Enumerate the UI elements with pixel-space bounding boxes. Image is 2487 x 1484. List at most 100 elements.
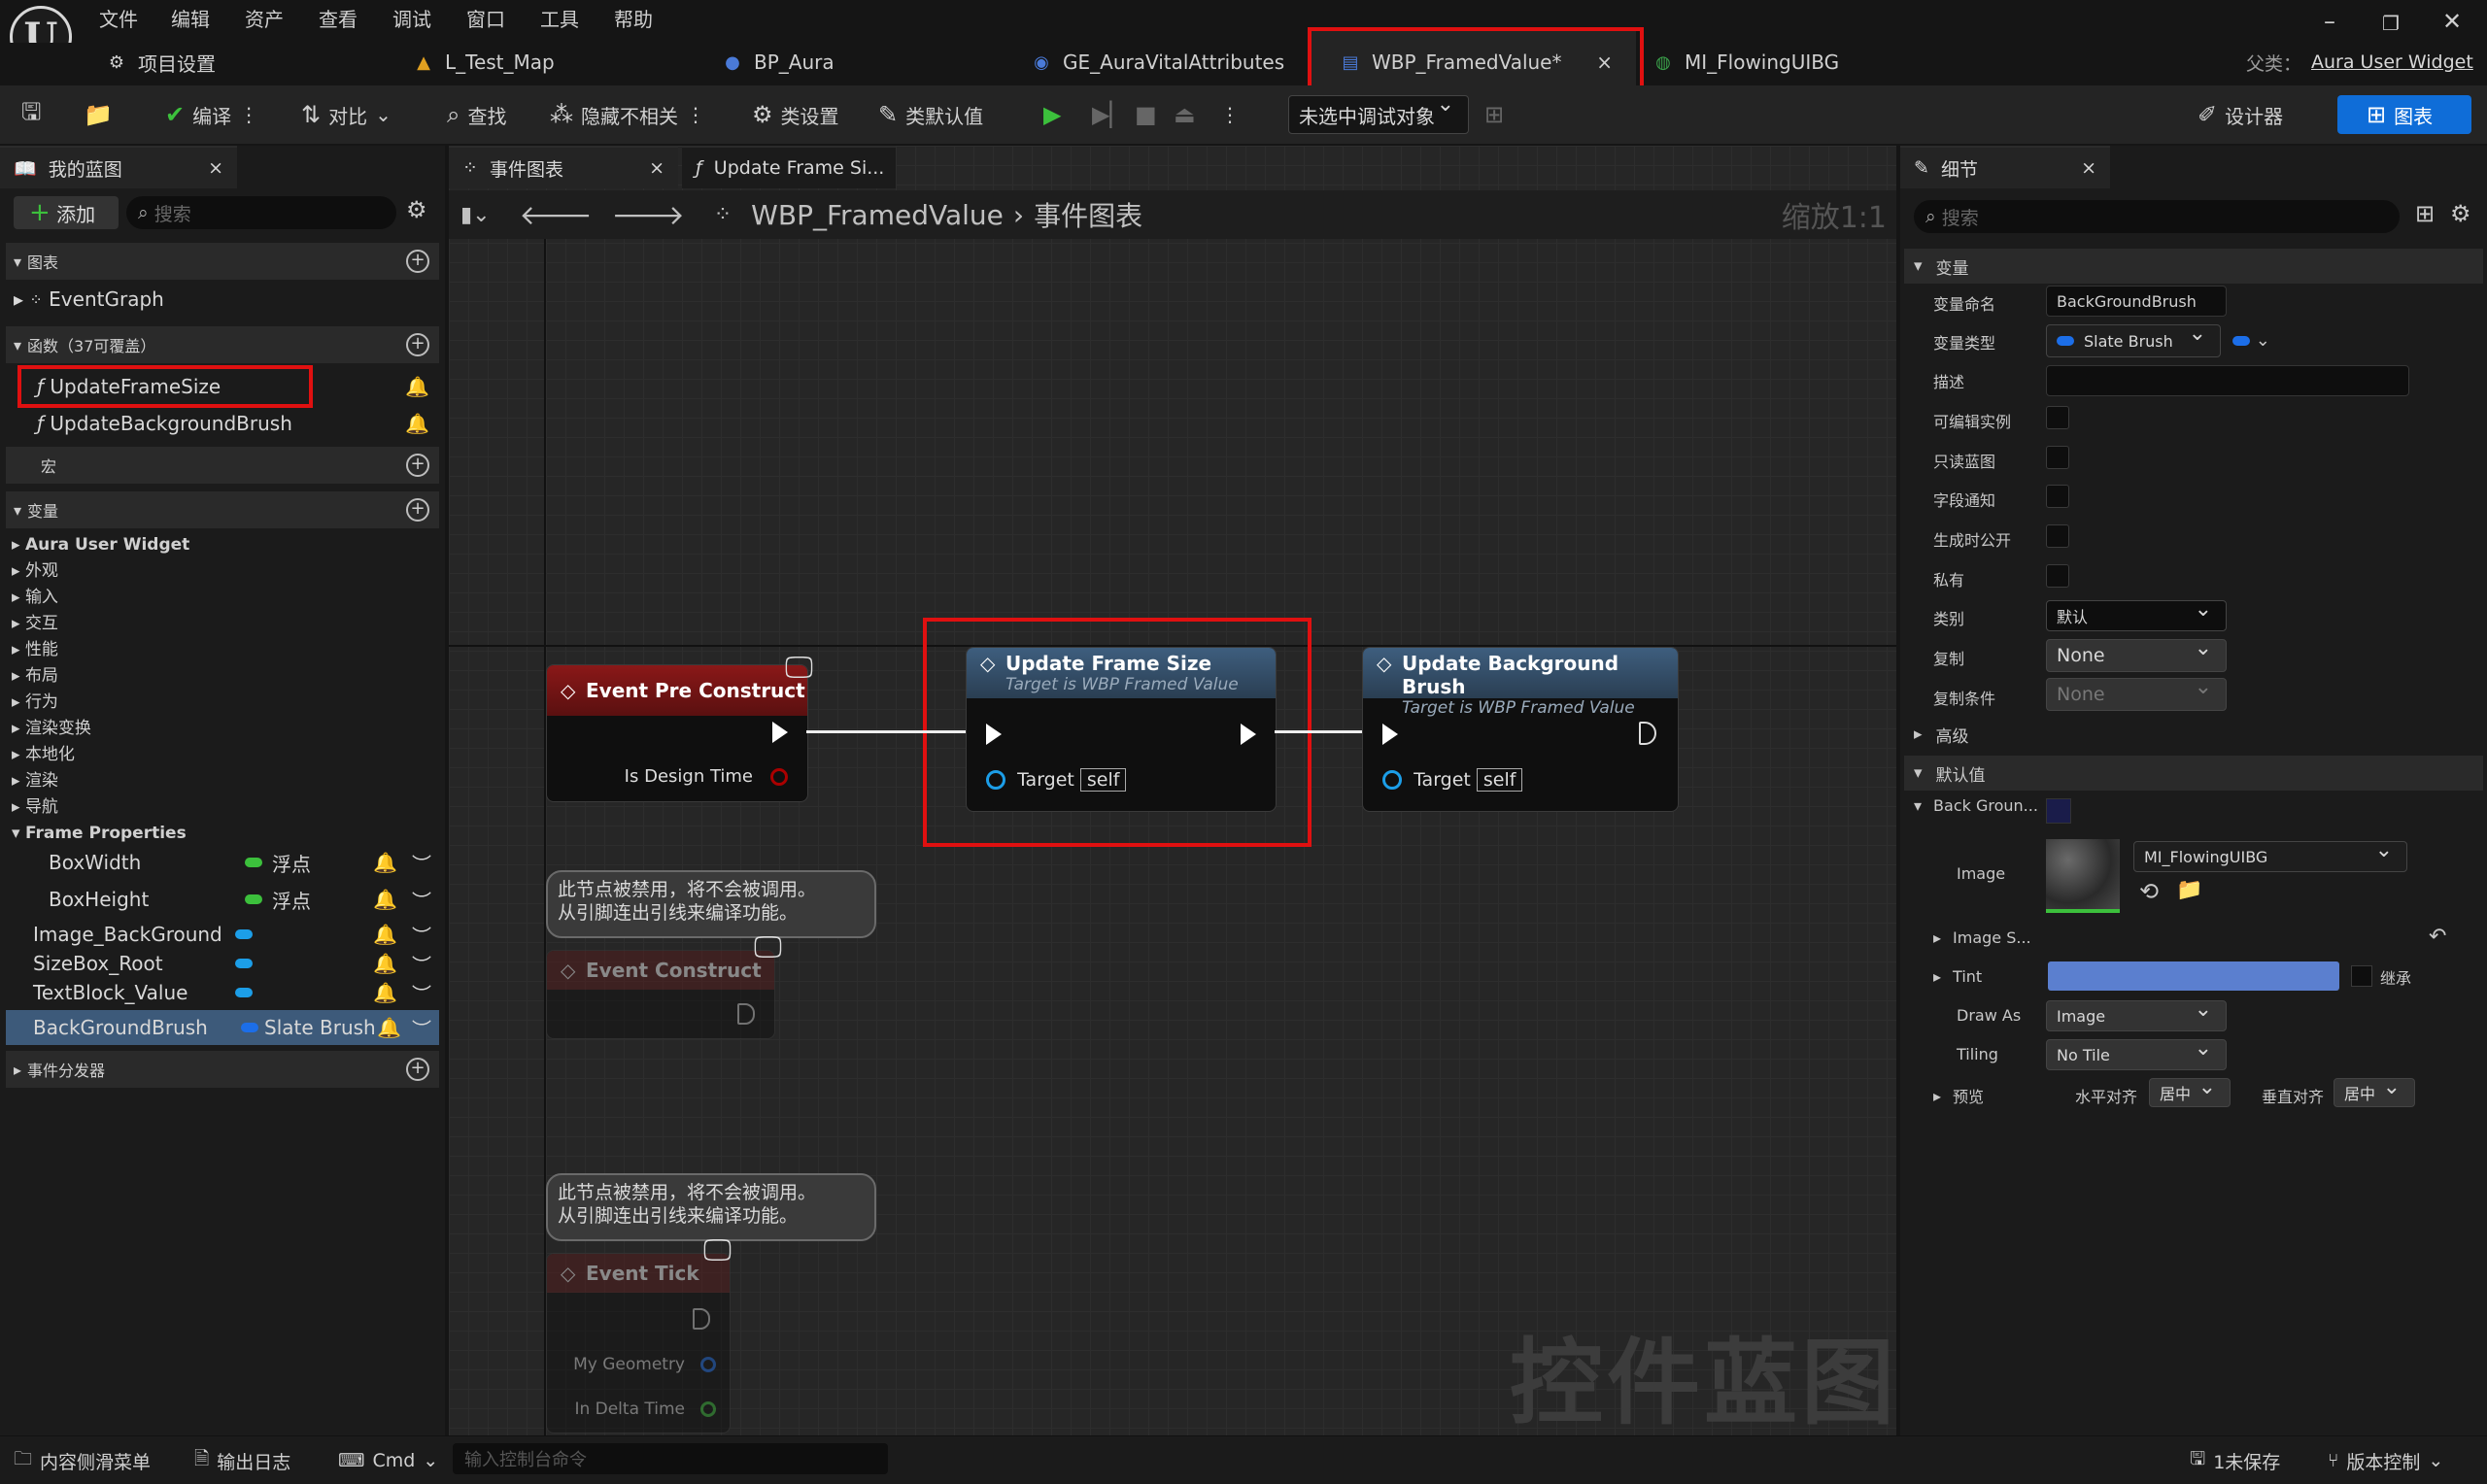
gear-icon[interactable]: ⚙ [406,196,427,223]
details-search-input[interactable]: ⌕ 搜索 [1914,200,2400,233]
forward-arrow-icon[interactable]: 🡒 [612,198,685,231]
image-size-property[interactable]: ▸ Image S... [1933,928,2031,947]
bell-icon[interactable]: 🔔 [373,888,397,911]
restore-icon[interactable]: ❐ [2382,12,2400,35]
close-window-icon[interactable]: ✕ [2442,8,2462,35]
event-graph-item[interactable]: ▸ ⁘ EventGraph [6,284,439,315]
variable-name-input[interactable]: BackGroundBrush [2046,286,2227,317]
use-selected-icon[interactable]: ⟲ [2139,878,2159,905]
add-function-icon[interactable]: + [406,333,429,356]
gear-icon[interactable]: ⚙ [2450,200,2471,227]
eye-icon[interactable]: ︶ [412,921,431,949]
console-input[interactable]: 输入控制台命令 [453,1443,888,1474]
inherit-checkbox[interactable] [2351,965,2372,987]
preview-property[interactable]: ▸ 预览 [1933,1084,1984,1107]
hide-unrelated-button[interactable]: ⁂ 隐藏不相关 ⋮ [550,97,705,132]
bell-icon[interactable]: 🔔 [373,981,397,1004]
exec-out-pin-empty[interactable] [1639,722,1656,745]
save-icon[interactable]: 🖫 [21,97,41,132]
h-align-select[interactable]: 居中 [2149,1075,2231,1107]
draw-as-select[interactable]: Image [2046,997,2227,1031]
reset-icon[interactable]: ↶ [2429,925,2446,949]
bool-pin[interactable] [770,768,788,786]
add-variable-icon[interactable]: + [406,498,429,522]
node-event-tick-disabled[interactable]: ◇ Event Tick My Geometry In Delta Time [546,1253,731,1433]
designer-button[interactable]: ✐ 设计器 [2197,97,2283,132]
section-event-dispatchers[interactable]: ▸ 事件分发器 + [6,1051,439,1088]
exec-in-pin[interactable] [1382,724,1398,745]
node-event-construct-disabled[interactable]: ◇ Event Construct [546,950,775,1039]
image-asset-select[interactable]: MI_FlowingUIBG [2133,838,2407,872]
category-interaction[interactable]: ▸ 交互 [12,611,189,637]
tab-event-graph[interactable]: ⁘ 事件图表 × [449,146,678,188]
variable-type-select[interactable]: Slate Brush [2046,321,2221,357]
description-input[interactable] [2046,365,2409,396]
exec-out-pin-empty[interactable] [737,1003,755,1025]
section-default-value[interactable]: ▾ 默认值 [1904,756,2483,791]
bookmark-icon[interactable]: ▮⌄ [460,203,491,227]
bell-icon[interactable]: 🔔 [373,952,397,975]
section-advanced[interactable]: ▸ 高级 [1904,717,2483,752]
replication-select[interactable]: None [2046,636,2227,672]
variable-row-boxwidth[interactable]: BoxWidth 浮点 🔔 ︶ [6,847,439,878]
source-control-button[interactable]: ⑂ 版本控制 ⌄ [2328,1443,2443,1478]
menu-asset[interactable]: 资产 [245,4,284,32]
content-drawer-button[interactable]: 🗀 内容侧滑菜单 [14,1443,151,1478]
add-button[interactable]: + 添加 [14,196,119,229]
compile-options-icon[interactable]: ⋮ [239,103,258,126]
graph-button[interactable]: ⊞ 图表 [2337,95,2471,134]
category-frame-properties[interactable]: ▾ Frame Properties [12,821,189,847]
field-notify-checkbox[interactable] [2046,485,2069,508]
replication-condition-select[interactable]: None [2046,675,2227,711]
add-graph-icon[interactable]: + [406,250,429,273]
category-appearance[interactable]: ▸ 外观 [12,558,189,585]
menu-file[interactable]: 文件 [99,4,138,32]
menu-tools[interactable]: 工具 [540,4,579,32]
eye-icon[interactable]: ︶ [412,979,431,1007]
variable-row-background-brush[interactable]: BackGroundBrush Slate Brush 🔔 ︶ [6,1010,439,1045]
section-variable[interactable]: ▾ 变量 [1904,249,2483,284]
eject-icon[interactable]: ⏏ [1174,97,1196,132]
close-panel-icon[interactable]: × [2081,157,2096,179]
struct-pin[interactable] [700,1357,716,1372]
debug-target-select[interactable]: 未选中调试对象 [1288,92,1469,134]
find-button[interactable]: ⌕ 查找 [447,97,506,132]
breadcrumb-asset[interactable]: WBP_FramedValue [751,199,1004,231]
class-defaults-button[interactable]: ✎ 类默认值 [878,97,983,132]
private-checkbox[interactable] [2046,564,2069,588]
eye-icon[interactable]: ︶ [412,886,431,914]
bell-icon[interactable]: 🔔 [377,1016,401,1039]
category-layout[interactable]: ▸ 布局 [12,663,189,690]
eye-icon[interactable]: ︶ [412,950,431,978]
container-type-select[interactable]: ⌄ [2232,330,2270,351]
menu-help[interactable]: 帮助 [614,4,653,32]
cmd-select[interactable]: ⌨ Cmd ⌄ [338,1443,438,1478]
back-arrow-icon[interactable]: 🡐 [520,198,593,231]
tab-material-instance[interactable]: ◍ MI_FlowingUIBG [1652,43,1839,82]
tab-project-settings[interactable]: ⚙ 项目设置 [105,43,216,82]
tab-my-blueprint[interactable]: 📖 我的蓝图 × [0,146,237,188]
target-pin[interactable] [1382,770,1402,790]
category-localization[interactable]: ▸ 本地化 [12,742,189,768]
tiling-select[interactable]: No Tile [2046,1036,2227,1070]
browse-icon[interactable]: 📁 [84,97,113,132]
close-panel-icon[interactable]: × [208,157,223,179]
parent-class-link[interactable]: Aura User Widget [2311,51,2473,73]
category-input[interactable]: ▸ 输入 [12,585,189,611]
category-navigation[interactable]: ▸ 导航 [12,794,189,821]
menu-window[interactable]: 窗口 [466,4,505,32]
class-settings-button[interactable]: ⚙ 类设置 [752,97,839,132]
tab-details[interactable]: ✎ 细节 × [1900,146,2110,188]
debug-browse-icon[interactable]: ⊞ [1484,97,1504,132]
variable-row-textblock-value[interactable]: TextBlock_Value 🔔 ︶ [6,977,439,1008]
output-log-button[interactable]: 🗎 输出日志 [194,1443,290,1478]
bell-icon[interactable]: 🔔 [373,851,397,874]
tab-update-frame-size[interactable]: ƒ Update Frame Si... [682,146,896,188]
play-options-icon[interactable]: ⋮ [1220,97,1240,132]
image-thumbnail[interactable] [2046,839,2120,913]
exec-out-pin-empty[interactable] [693,1308,710,1330]
tab-bp-aura[interactable]: ● BP_Aura [721,43,834,82]
node-event-pre-construct[interactable]: ◇ Event Pre Construct Is Design Time [546,664,808,802]
category-rendering[interactable]: ▸ 渲染 [12,768,189,794]
category-render-transform[interactable]: ▸ 渲染变换 [12,716,189,742]
